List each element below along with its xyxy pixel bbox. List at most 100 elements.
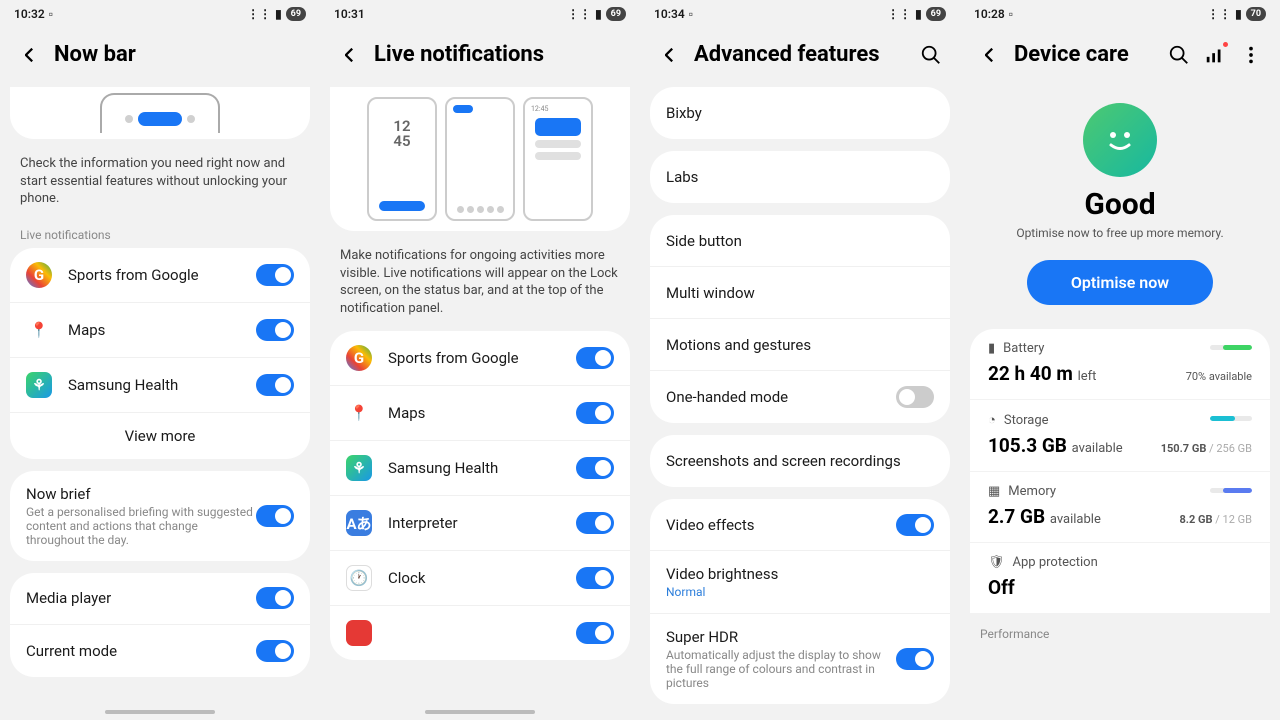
memory-stat[interactable]: ▦Memory 2.7 GB available8.2 GB / 12 GB [970, 472, 1270, 543]
google-icon: G [26, 262, 52, 288]
interactions-card: Side button Multi window Motions and ges… [650, 215, 950, 423]
list-item[interactable]: Motions and gestures [650, 319, 950, 371]
google-icon: G [346, 345, 372, 371]
list-item[interactable]: Labs [650, 151, 950, 203]
signal-icon: ▮ [1235, 7, 1242, 21]
media-card: Media player Current mode [10, 573, 310, 677]
battery-pill: 69 [286, 7, 306, 21]
toggle-switch[interactable] [256, 505, 294, 527]
phone-device-care: 10:28 ▫ ⋮⋮▮70 Device care Good Optimise … [960, 0, 1280, 720]
toggle-switch[interactable] [256, 264, 294, 286]
description-text: Check the information you need right now… [0, 147, 320, 222]
page-title: Live notifications [374, 42, 622, 67]
status-bar: 10:31 ⋮⋮▮69 [320, 0, 640, 28]
battery-pill: 69 [926, 7, 946, 21]
stats-card: ▮Battery 22 h 40 m left70% available ◔St… [970, 329, 1270, 613]
list-item[interactable]: 📍Maps [10, 303, 310, 358]
list-item[interactable]: Video effects [650, 499, 950, 551]
toggle-switch[interactable] [256, 319, 294, 341]
list-item[interactable]: ⚘Samsung Health [330, 441, 630, 496]
page-title: Advanced features [694, 42, 906, 67]
status-face-icon [1083, 103, 1157, 177]
list-item[interactable]: Video brightnessNormal [650, 551, 950, 614]
storage-stat[interactable]: ◔Storage 105.3 GB available150.7 GB / 25… [970, 400, 1270, 472]
list-item[interactable]: One-handed mode [650, 371, 950, 423]
wifi-icon: ⋮⋮ [247, 7, 271, 21]
clock-icon: 🕐 [346, 565, 372, 591]
performance-header: Performance [960, 613, 1280, 647]
toggle-switch[interactable] [576, 347, 614, 369]
maps-icon: 📍 [26, 317, 52, 343]
back-button[interactable] [338, 44, 360, 66]
list-item[interactable]: Super HDRAutomatically adjust the displa… [650, 614, 950, 704]
toggle-switch[interactable] [256, 374, 294, 396]
back-button[interactable] [18, 44, 40, 66]
toggle-switch[interactable] [896, 514, 934, 536]
back-button[interactable] [978, 44, 1000, 66]
toggle-switch[interactable] [576, 567, 614, 589]
status-time: 10:34 [654, 7, 685, 21]
notifications-list-card: GSports from Google 📍Maps ⚘Samsung Healt… [330, 331, 630, 660]
screenshots-card: Screenshots and screen recordings [650, 435, 950, 487]
app-protection-stat[interactable]: 🛡App protection Off [970, 543, 1270, 613]
unknown-icon [346, 620, 372, 646]
video-card: Video effects Video brightnessNormal Sup… [650, 499, 950, 704]
status-bar: 10:34 ▫ ⋮⋮▮69 [640, 0, 960, 28]
health-icon: ⚘ [346, 455, 372, 481]
toggle-switch[interactable] [896, 386, 934, 408]
list-item[interactable]: Multi window [650, 267, 950, 319]
list-item[interactable]: GSports from Google [10, 248, 310, 303]
view-more-button[interactable]: View more [10, 413, 310, 459]
battery-stat[interactable]: ▮Battery 22 h 40 m left70% available [970, 329, 1270, 400]
list-item[interactable] [330, 606, 630, 660]
toggle-switch[interactable] [576, 512, 614, 534]
list-item[interactable]: Bixby [650, 87, 950, 139]
wifi-icon: ⋮⋮ [567, 7, 591, 21]
list-item[interactable]: 🕐Clock [330, 551, 630, 606]
memory-icon: ▦ [988, 484, 1000, 499]
now-brief-card: Now briefGet a personalised briefing wit… [10, 471, 310, 561]
wifi-icon: ⋮⋮ [1207, 7, 1231, 21]
notification-icon: ▫ [1009, 7, 1013, 21]
page-title: Now bar [54, 42, 302, 67]
header: Device care [960, 28, 1280, 87]
stats-icon[interactable] [1204, 44, 1226, 66]
list-item[interactable]: Screenshots and screen recordings [650, 435, 950, 487]
list-item[interactable]: GSports from Google [330, 331, 630, 386]
header: Advanced features [640, 28, 960, 87]
list-item[interactable]: 📍Maps [330, 386, 630, 441]
toggle-switch[interactable] [256, 587, 294, 609]
section-header: Live notifications [0, 222, 320, 248]
signal-icon: ▮ [275, 7, 282, 21]
back-button[interactable] [658, 44, 680, 66]
phone-now-bar: 10:32 ▫ ⋮⋮▮69 Now bar Check the informat… [0, 0, 320, 720]
list-item[interactable]: Current mode [10, 625, 310, 677]
now-brief-item[interactable]: Now briefGet a personalised briefing wit… [10, 471, 310, 561]
storage-icon: ◔ [988, 412, 996, 428]
optimise-button[interactable]: Optimise now [1027, 260, 1213, 305]
status-label: Good [1084, 187, 1155, 222]
wifi-icon: ⋮⋮ [887, 7, 911, 21]
toggle-switch[interactable] [576, 457, 614, 479]
toggle-switch[interactable] [256, 640, 294, 662]
list-item[interactable]: Media player [10, 573, 310, 625]
shield-icon: 🛡 [988, 555, 1005, 570]
status-time: 10:31 [334, 7, 365, 21]
search-icon[interactable] [1168, 44, 1190, 66]
search-icon[interactable] [920, 44, 942, 66]
list-item[interactable]: AあInterpreter [330, 496, 630, 551]
notification-icon: ▫ [49, 7, 53, 21]
toggle-switch[interactable] [576, 622, 614, 644]
header: Now bar [0, 28, 320, 87]
description-text: Make notifications for ongoing activitie… [320, 239, 640, 331]
more-icon[interactable] [1240, 44, 1262, 66]
list-item[interactable]: ⚘Samsung Health [10, 358, 310, 413]
battery-pill: 69 [606, 7, 626, 21]
health-icon: ⚘ [26, 372, 52, 398]
live-notifications-card: GSports from Google 📍Maps ⚘Samsung Healt… [10, 248, 310, 459]
status-subtitle: Optimise now to free up more memory. [1016, 226, 1223, 240]
page-title: Device care [1014, 42, 1154, 67]
list-item[interactable]: Side button [650, 215, 950, 267]
toggle-switch[interactable] [576, 402, 614, 424]
toggle-switch[interactable] [896, 648, 934, 670]
